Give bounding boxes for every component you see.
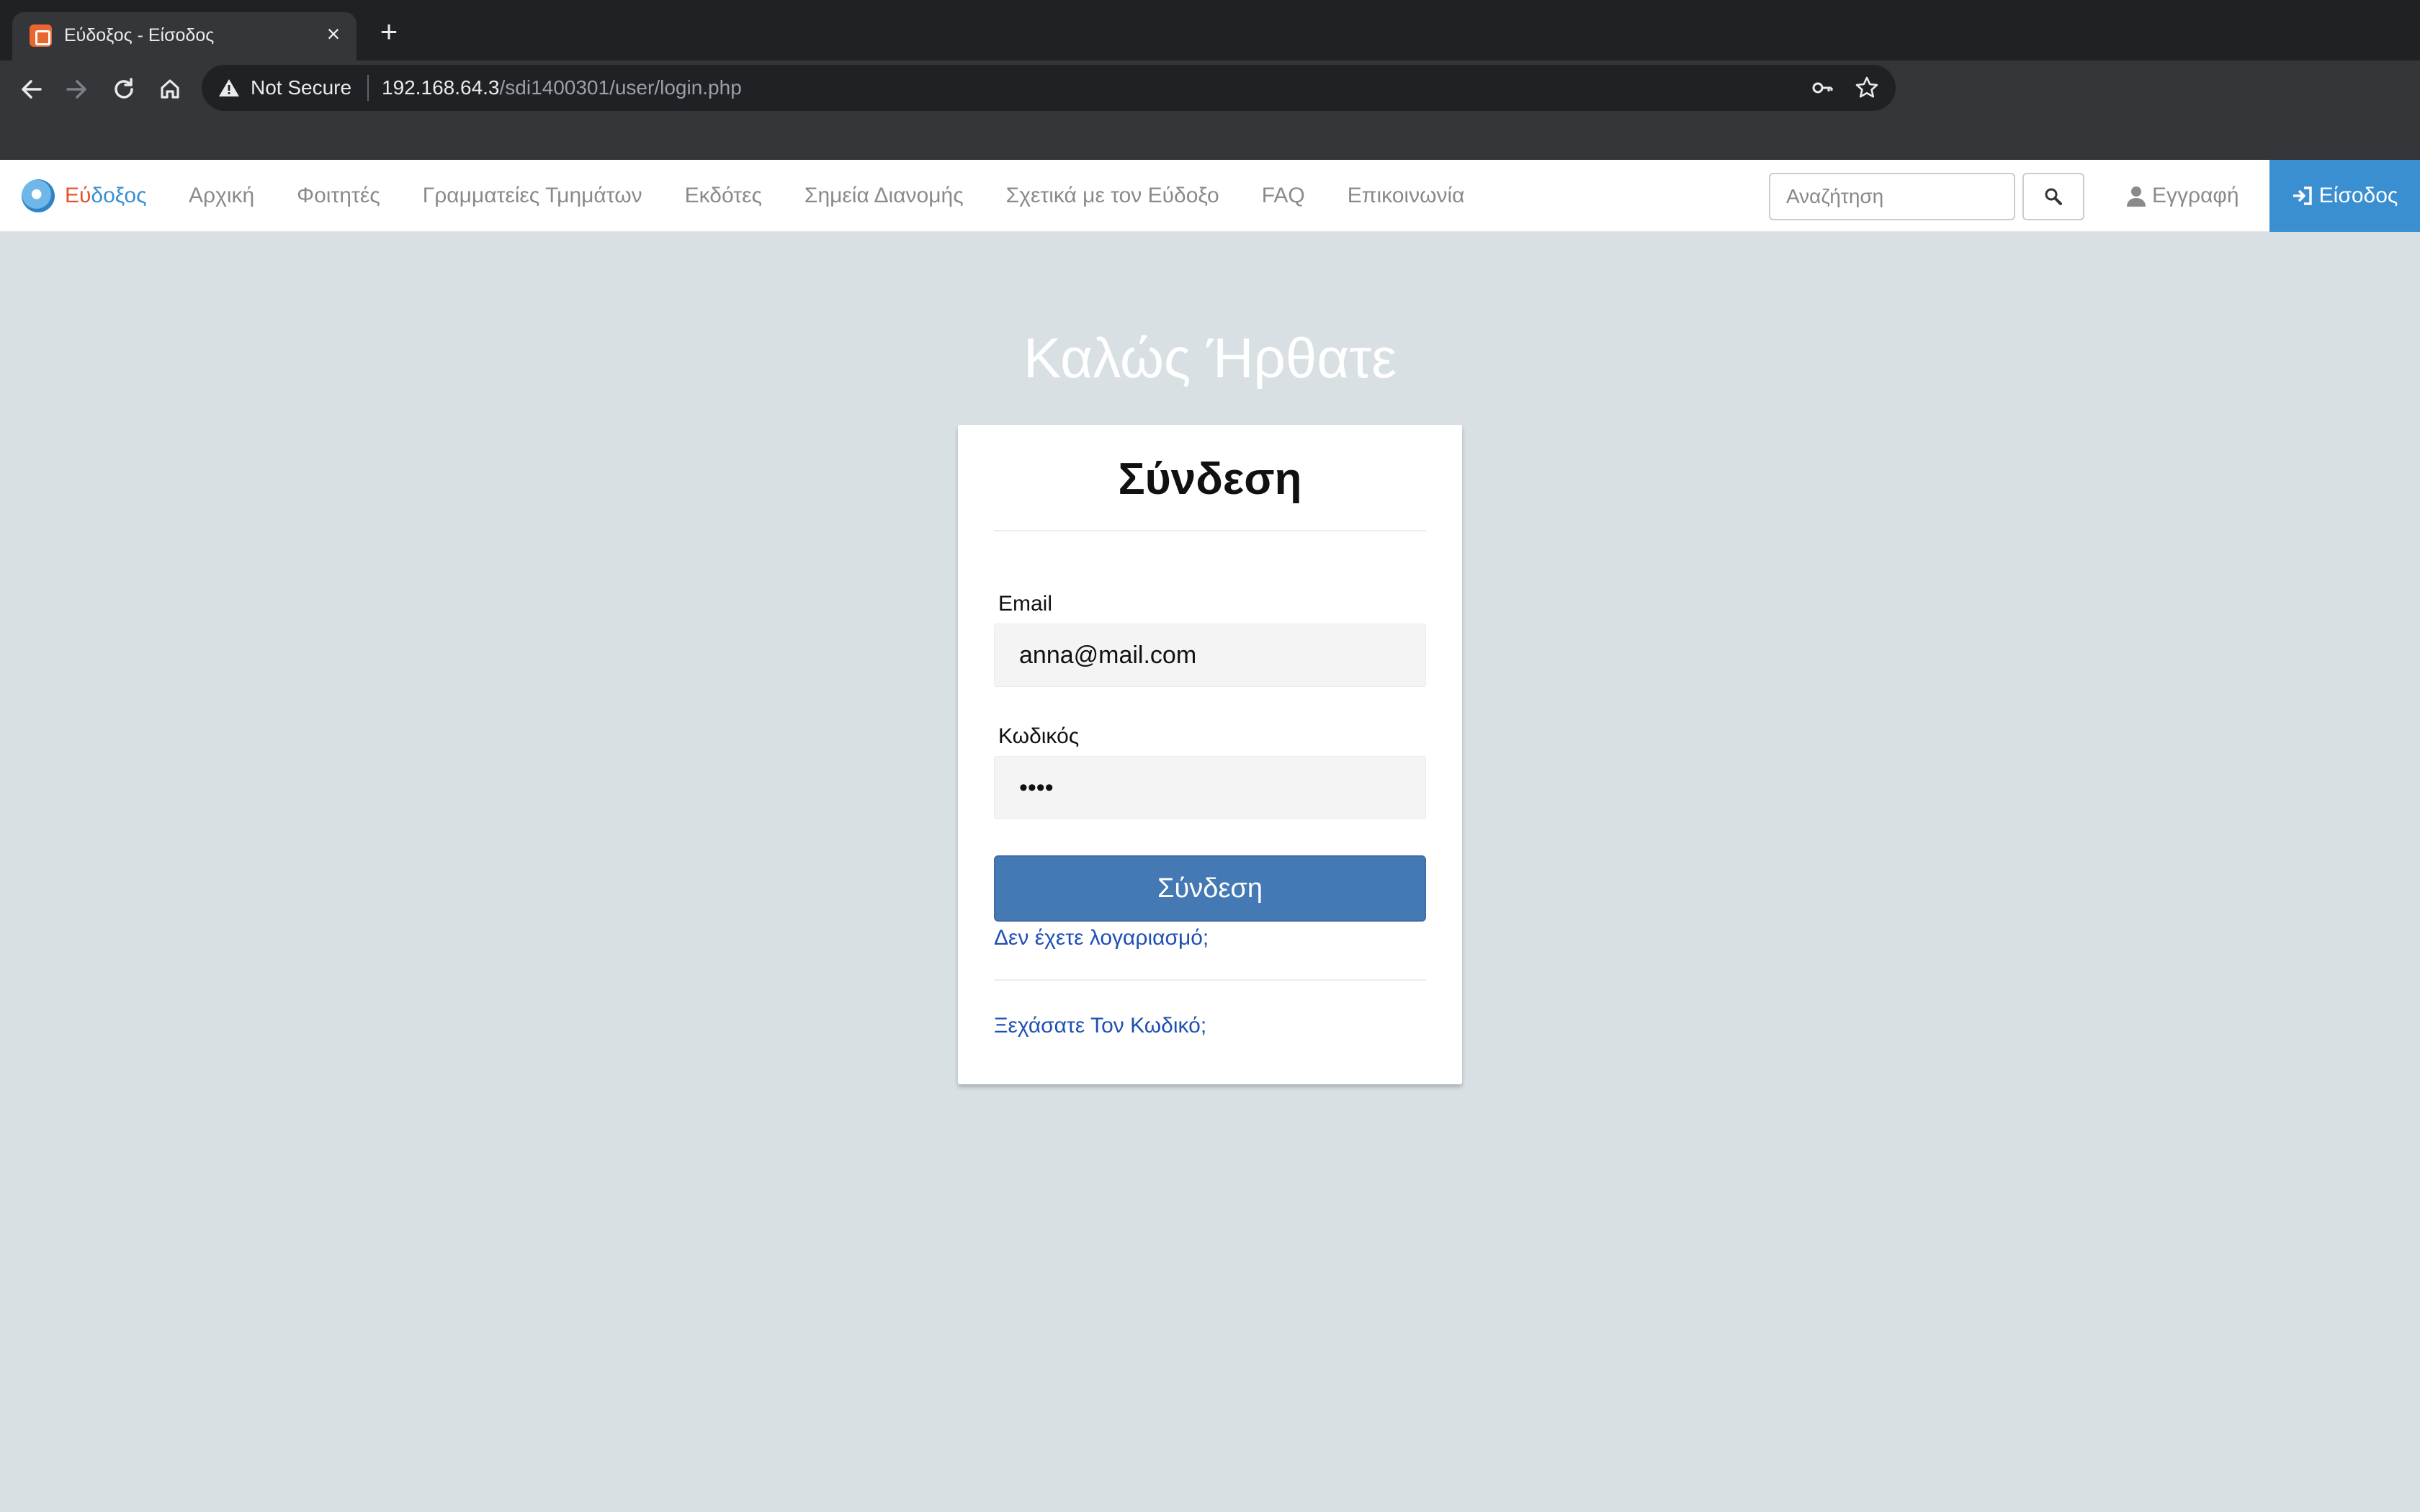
reload-icon[interactable] — [105, 71, 143, 108]
password-field[interactable] — [994, 756, 1426, 819]
brand-logo-link[interactable]: Εύδοξος — [22, 179, 147, 212]
forgot-password-link[interactable]: Ξεχάσατε Τον Κωδικό; — [994, 1014, 1206, 1038]
forward-icon[interactable] — [58, 71, 95, 108]
home-icon[interactable] — [151, 71, 189, 108]
nav-link-about[interactable]: Σχετικά με τον Εύδοξο — [1006, 184, 1219, 208]
password-label: Κωδικός — [998, 724, 1080, 748]
url-path: /sdi1400301/user/login.php — [499, 76, 742, 99]
nav-link-students[interactable]: Φοιτητές — [297, 184, 380, 208]
welcome-heading: Καλώς Ήρθατε — [1023, 326, 1397, 390]
login-nav-button[interactable]: Είσοδος — [2269, 160, 2420, 232]
title-divider — [994, 530, 1426, 531]
nav-link-home[interactable]: Αρχική — [189, 184, 254, 208]
tab-title: Εύδοξος - Είσοδος — [64, 25, 215, 45]
address-bar[interactable]: Not Secure 192.168.64.3/sdi1400301/user/… — [202, 65, 1896, 111]
login-nav-label: Είσοδος — [2318, 184, 2398, 207]
bookmark-star-icon[interactable] — [1854, 75, 1880, 101]
search-input[interactable] — [1769, 173, 2015, 220]
nav-link-contact[interactable]: Επικοινωνία — [1348, 184, 1465, 208]
warning-icon — [219, 79, 239, 96]
register-link[interactable]: Εγγραφή — [2126, 160, 2239, 232]
url-host: 192.168.64.3 — [382, 76, 500, 99]
new-tab-icon[interactable]: + — [375, 17, 403, 47]
login-title: Σύνδεση — [1118, 454, 1302, 504]
nav-link-faq[interactable]: FAQ — [1262, 184, 1305, 208]
security-status[interactable]: Not Secure — [251, 76, 351, 99]
omnibox-divider — [367, 75, 369, 101]
site-navbar: Εύδοξος Αρχική Φοιτητές Γραμματείες Τμημ… — [0, 160, 2420, 232]
key-icon[interactable] — [1809, 75, 1835, 101]
search-button[interactable] — [2022, 173, 2084, 220]
main-nav: Αρχική Φοιτητές Γραμματείες Τμημάτων Εκδ… — [189, 160, 1507, 232]
email-field[interactable] — [994, 624, 1426, 687]
xampp-favicon-icon — [30, 24, 52, 47]
nav-link-secretariats[interactable]: Γραμματείες Τμημάτων — [423, 184, 642, 208]
nav-link-distribution-points[interactable]: Σημεία Διανομής — [805, 184, 964, 208]
browser-tabstrip: Εύδοξος - Είσοδος × + — [0, 0, 2420, 60]
nav-link-publishers[interactable]: Εκδότες — [685, 184, 762, 208]
login-card: Σύνδεση Email Κωδικός Σύνδεση Δεν έχετε … — [958, 425, 1462, 1084]
browser-tab[interactable]: Εύδοξος - Είσοδος × — [12, 12, 357, 60]
brand-name: Εύδοξος — [65, 184, 147, 207]
tab-close-icon[interactable]: × — [321, 21, 346, 47]
url-text[interactable]: 192.168.64.3/sdi1400301/user/login.php — [382, 76, 742, 99]
sign-in-icon — [2293, 186, 2312, 205]
register-label: Εγγραφή — [2152, 184, 2239, 207]
search-icon — [2045, 188, 2062, 205]
back-icon[interactable] — [13, 71, 50, 108]
email-label: Email — [998, 592, 1053, 616]
no-account-link[interactable]: Δεν έχετε λογαριασμό; — [994, 926, 1209, 950]
login-submit-button[interactable]: Σύνδεση — [994, 855, 1426, 922]
browser-toolbar: Not Secure 192.168.64.3/sdi1400301/user/… — [0, 60, 2420, 160]
eudoxus-logo-icon — [22, 179, 55, 212]
links-divider — [994, 979, 1426, 981]
user-icon — [2127, 186, 2146, 207]
